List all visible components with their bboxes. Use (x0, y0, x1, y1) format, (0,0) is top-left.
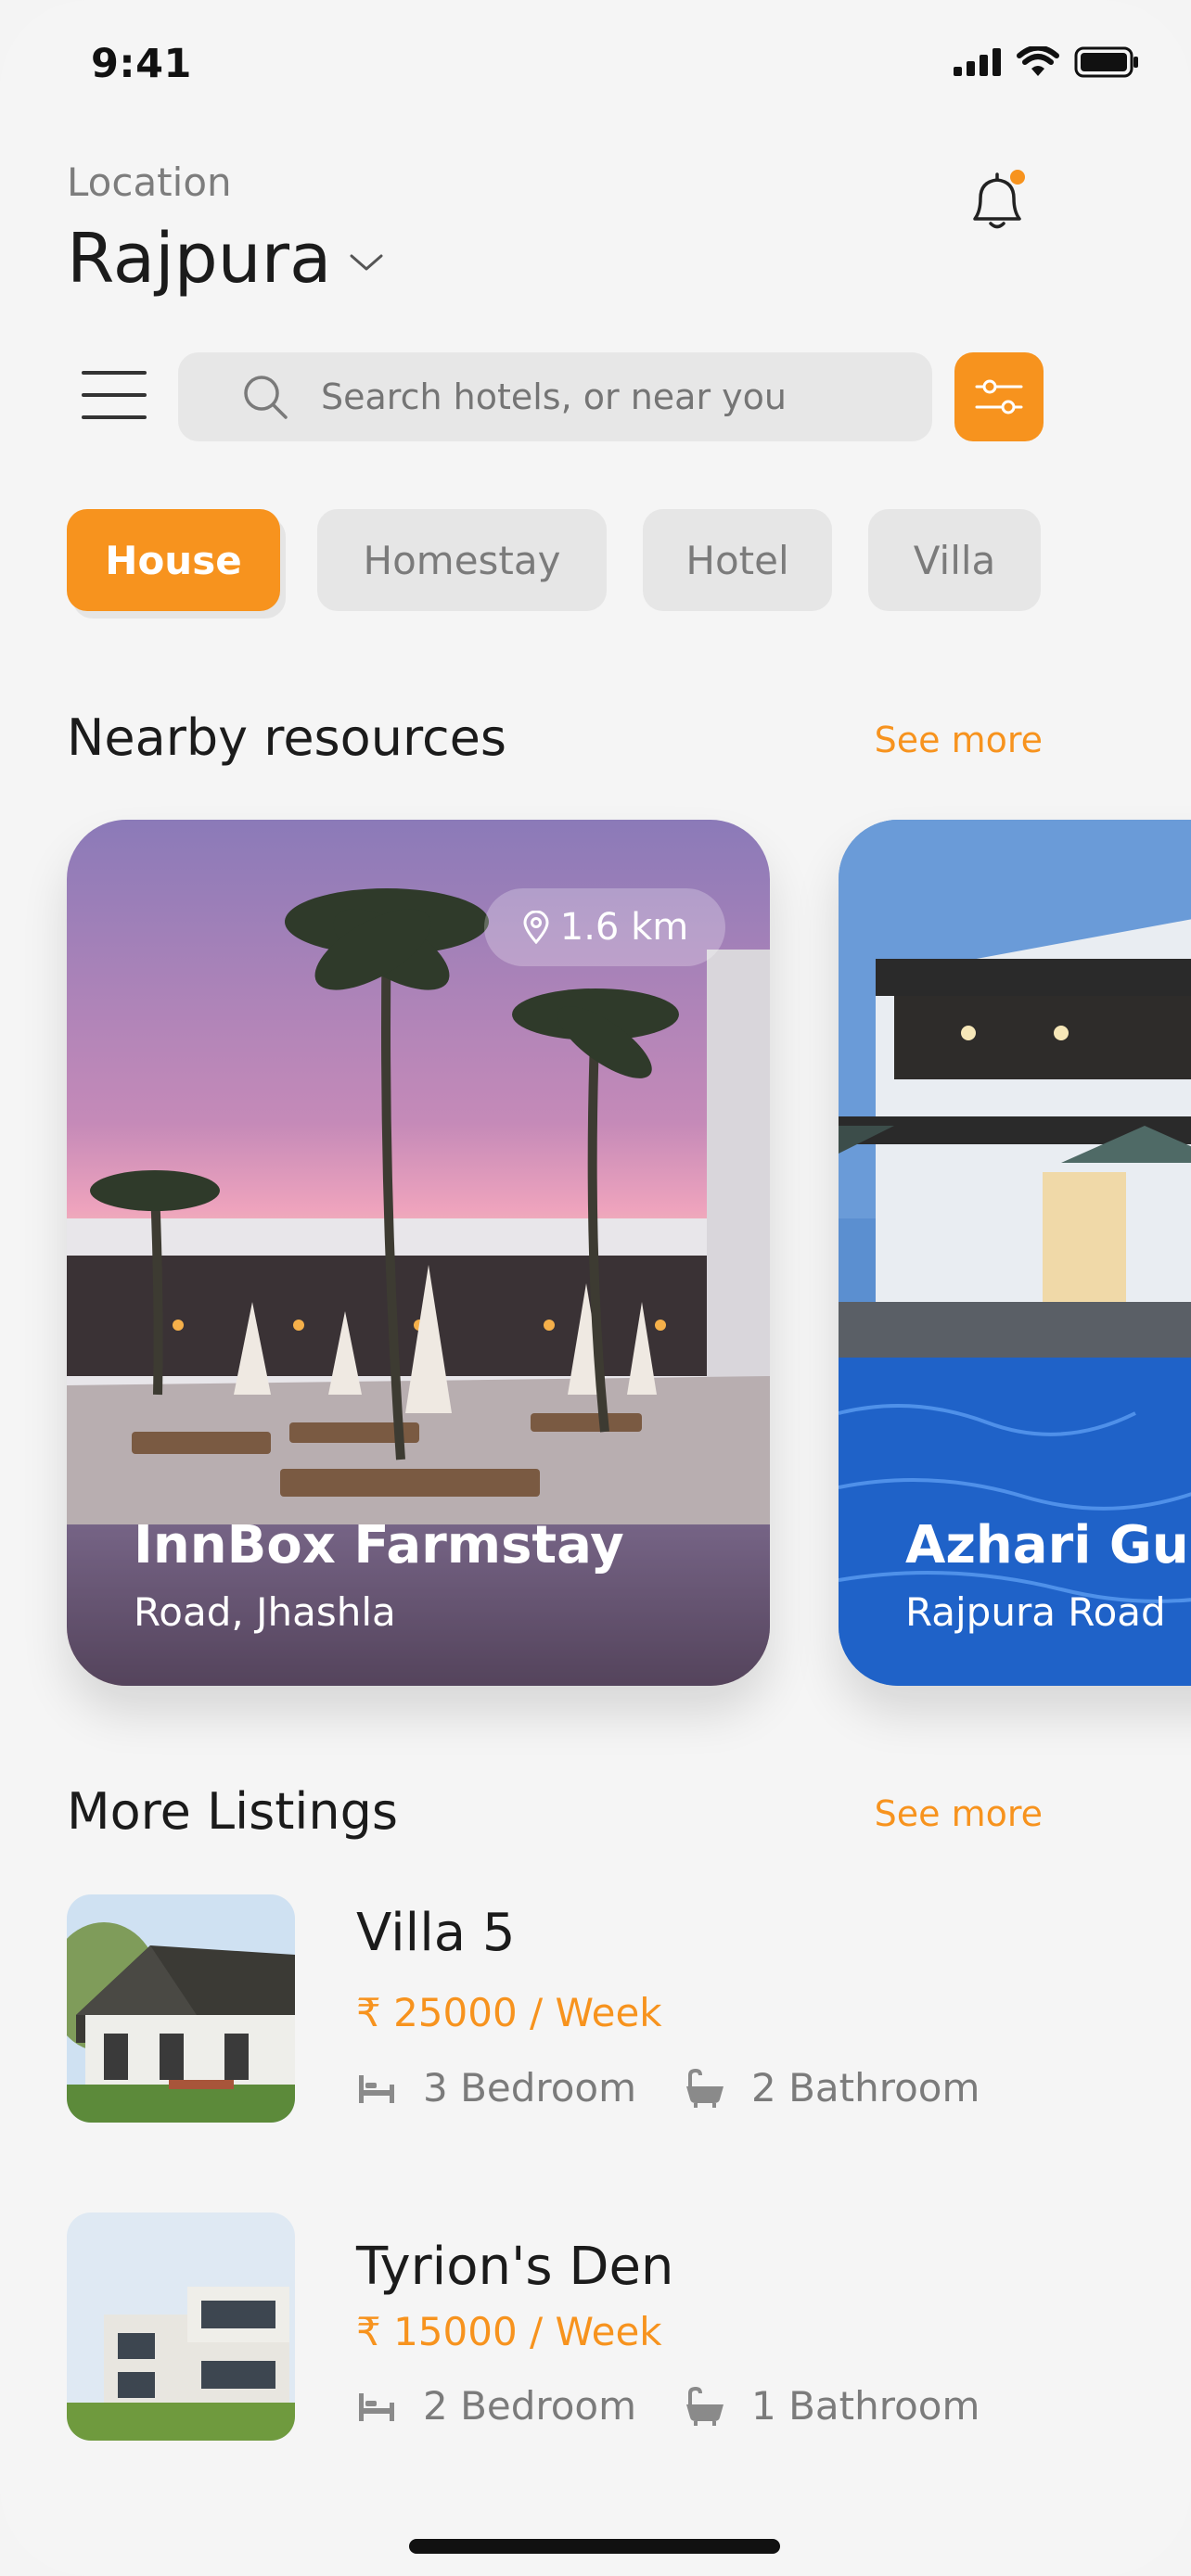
listing-meta: 3 Bedroom 2 Bathroom (356, 2065, 980, 2111)
listings-see-more-link[interactable]: See more (875, 1793, 1043, 1834)
cellular-signal-icon (954, 48, 1001, 76)
nearby-see-more-link[interactable]: See more (875, 720, 1043, 760)
status-icons (954, 46, 1139, 78)
nearby-card-azhari[interactable]: Azhari Guest Rajpura Road (839, 820, 1191, 1686)
listing-price: ₹ 25000 / Week (356, 1990, 662, 2035)
chip-villa[interactable]: Villa (868, 509, 1041, 611)
hamburger-menu-icon[interactable] (80, 367, 148, 423)
location-selector[interactable]: Rajpura (67, 219, 385, 299)
search-bar[interactable] (178, 352, 932, 441)
location-name: Rajpura (67, 219, 332, 299)
home-indicator[interactable] (409, 2539, 780, 2554)
filter-button[interactable] (954, 352, 1044, 441)
bathroom-count: 1 Bathroom (751, 2383, 980, 2429)
notification-bell-icon[interactable] (960, 165, 1034, 239)
card-title: Azhari Guest (905, 1515, 1191, 1575)
notification-dot (1010, 170, 1025, 185)
card-title: InnBox Farmstay (134, 1515, 624, 1575)
distance-text: 1.6 km (559, 906, 689, 949)
house-photo (67, 2213, 295, 2441)
card-subtitle: Road, Jhashla (134, 1589, 396, 1635)
listing-thumbnail[interactable] (67, 1894, 295, 2123)
sliders-icon (975, 379, 1023, 414)
distance-badge: 1.6 km (484, 888, 725, 966)
bathroom-count: 2 Bathroom (751, 2065, 980, 2111)
listing-price: ₹ 15000 / Week (356, 2309, 662, 2354)
chip-house[interactable]: House (67, 509, 280, 611)
chip-homestay[interactable]: Homestay (317, 509, 607, 611)
listing-title[interactable]: Villa 5 (356, 1903, 516, 1963)
listing-title[interactable]: Tyrion's Den (356, 2237, 673, 2297)
chip-hotel[interactable]: Hotel (643, 509, 832, 611)
status-time: 9:41 (91, 41, 192, 87)
nearby-card-innbox[interactable]: 1.6 km InnBox Farmstay Road, Jhashla (67, 820, 770, 1686)
bathtub-icon (686, 2386, 724, 2426)
wifi-icon (1017, 46, 1059, 76)
bedroom-count: 3 Bedroom (423, 2065, 637, 2111)
battery-icon (1074, 46, 1138, 78)
bed-icon (359, 2392, 394, 2421)
bed-icon (359, 2074, 394, 2103)
card-subtitle: Rajpura Road (905, 1589, 1166, 1635)
house-photo (67, 1894, 295, 2123)
app-screen: 9:41 Location Rajpura Search hotels, or … (0, 0, 1191, 2576)
bathtub-icon (686, 2068, 724, 2108)
listing-meta: 2 Bedroom 1 Bathroom (356, 2383, 980, 2429)
listings-section-title: More Listings (67, 1782, 399, 1841)
search-icon (244, 376, 288, 419)
search-input[interactable] (319, 376, 842, 418)
location-pin-icon (523, 911, 549, 944)
chevron-down-icon (350, 254, 383, 271)
location-label: Location (67, 159, 232, 205)
listing-thumbnail[interactable] (67, 2213, 295, 2441)
nearby-section-title: Nearby resources (67, 708, 507, 767)
bedroom-count: 2 Bedroom (423, 2383, 637, 2429)
